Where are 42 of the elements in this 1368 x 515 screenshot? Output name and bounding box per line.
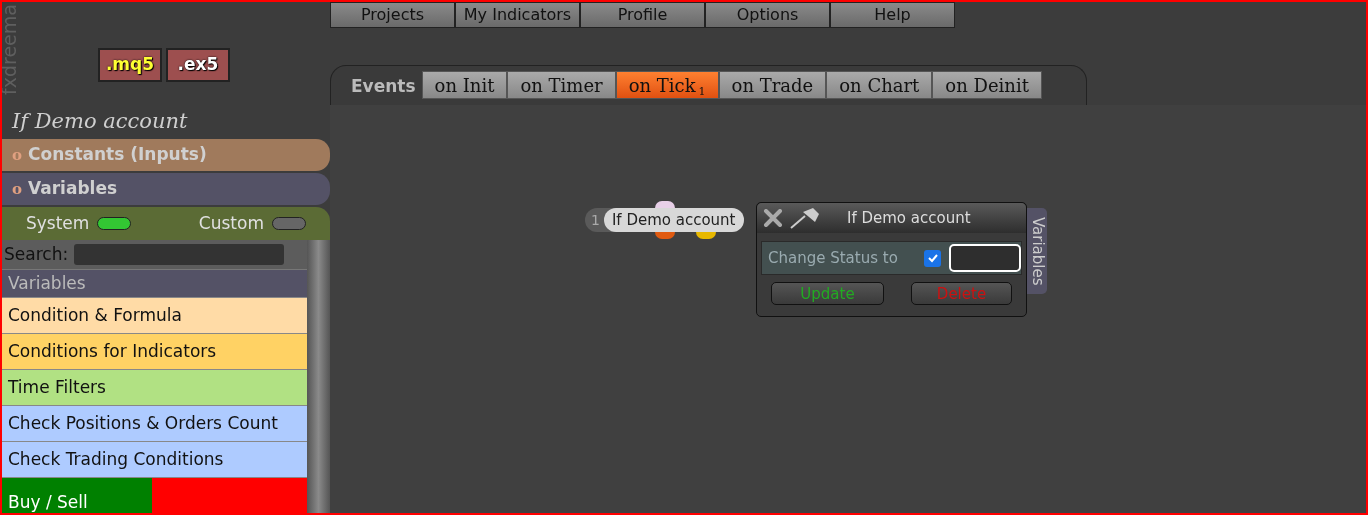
category-item[interactable]: Time Filters (2, 369, 307, 405)
flow-block[interactable]: 1 If Demo account (585, 208, 744, 232)
update-button[interactable]: Update (771, 282, 884, 305)
scrollbar[interactable] (307, 240, 330, 513)
menu-item[interactable]: Projects (330, 2, 455, 28)
event-tab[interactable]: on Tick $_{1}$ (615, 71, 719, 99)
event-tab[interactable]: on Chart (826, 71, 933, 99)
event-tab[interactable]: on Timer (507, 71, 616, 99)
menu-item[interactable]: Help (830, 2, 955, 28)
event-tab[interactable]: on Deinit (932, 71, 1042, 99)
events-label: Events (351, 75, 416, 98)
event-tab[interactable]: on Trade (718, 71, 827, 99)
toggle-switch[interactable] (272, 217, 306, 230)
section-header[interactable]: o Variables (2, 173, 330, 205)
menu-item[interactable]: My Indicators (455, 2, 580, 28)
menu-item[interactable]: Profile (580, 2, 705, 28)
checkbox[interactable] (924, 249, 941, 267)
close-icon[interactable] (763, 209, 783, 227)
block-label: If Demo account (603, 208, 744, 232)
list-header: Variables (2, 268, 307, 297)
category-item[interactable]: Condition & Formula (2, 297, 307, 333)
field-label: Change Status to (768, 247, 899, 269)
menu-item[interactable]: Options (705, 2, 830, 28)
dialog-title: If Demo account (847, 207, 971, 229)
block-title: If Demo account (12, 108, 188, 136)
toggle-label: Custom (198, 211, 264, 235)
category-item[interactable]: Buy / Sell (2, 478, 152, 513)
category-item[interactable]: Check Trading Conditions (2, 441, 307, 477)
search-label: Search: (4, 242, 69, 266)
category-item[interactable]: Check Positions & Orders Count (2, 405, 307, 441)
file-button[interactable]: .mq5 (98, 48, 162, 82)
pin-icon[interactable] (789, 206, 821, 230)
toggle-switch[interactable] (97, 217, 132, 230)
toggle-label: System (26, 211, 90, 235)
search-field[interactable] (74, 243, 285, 265)
value-field[interactable] (949, 244, 1021, 272)
event-tab[interactable]: on Init (421, 71, 508, 99)
variables-tab[interactable]: Variables (1027, 208, 1047, 294)
file-button[interactable]: .ex5 (166, 48, 230, 82)
check-icon (926, 252, 939, 264)
category-item[interactable]: Conditions for Indicators (2, 333, 307, 369)
block-number: 1 (591, 210, 600, 230)
